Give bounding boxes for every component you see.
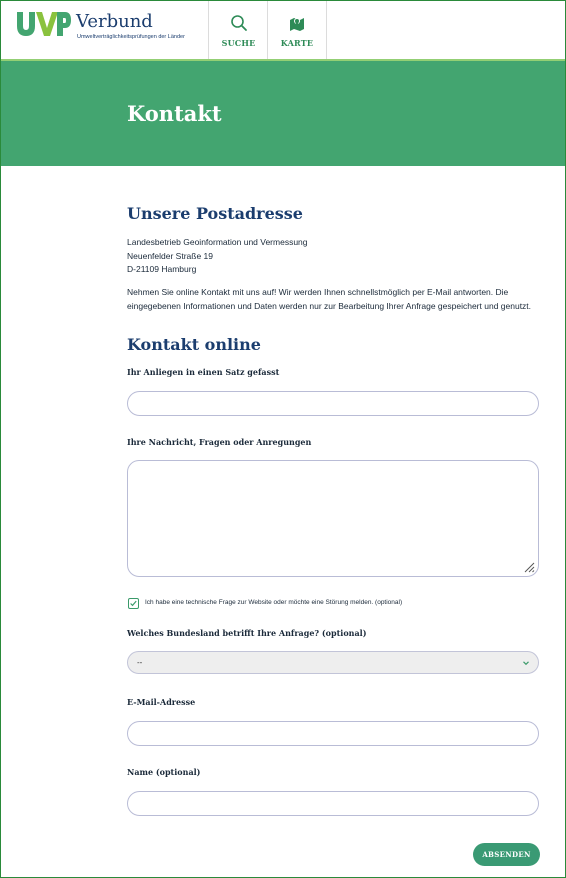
resize-grip-icon[interactable] [523, 561, 535, 573]
page-banner: Kontakt [1, 59, 565, 166]
checkmark-icon [130, 600, 137, 607]
site-header: Verbund Umweltverträglichkeitsprüfungen … [1, 1, 565, 59]
address-line: Neuenfelder Straße 19 [127, 250, 213, 261]
address-heading: Unsere Postadresse [127, 204, 303, 223]
nav-search[interactable]: SUCHE [208, 1, 268, 59]
nav-search-label: SUCHE [221, 38, 256, 48]
uvp-verbund-logo[interactable]: Verbund Umweltverträglichkeitsprüfungen … [15, 9, 205, 53]
subject-label: Ihr Anliegen in einen Satz gefasst [127, 367, 280, 377]
map-icon [290, 18, 304, 31]
email-label: E-Mail-Adresse [127, 697, 196, 707]
intro-text: Nehmen Sie online Kontakt mit uns auf! W… [127, 287, 532, 311]
logo-title: Verbund [76, 11, 153, 32]
state-label: Welches Bundesland betrifft Ihre Anfrage… [127, 628, 367, 638]
name-input[interactable] [127, 791, 539, 816]
state-select[interactable]: -- [127, 651, 539, 674]
logo-subtitle: Umweltverträglichkeitsprüfungen der Länd… [77, 34, 185, 40]
uvp-logo-mark [17, 12, 71, 36]
message-textarea[interactable] [127, 460, 539, 577]
page-title: Kontakt [127, 101, 222, 126]
message-label: Ihre Nachricht, Fragen oder Anregungen [127, 437, 312, 447]
nav-map[interactable]: KARTE [267, 1, 327, 59]
technical-question-label: Ich habe eine technische Frage zur Websi… [145, 599, 403, 606]
address-line: Landesbetrieb Geoinformation und Vermess… [127, 237, 308, 247]
submit-button[interactable]: ABSENDEN [473, 843, 540, 866]
address-line: D-21109 Hamburg [127, 264, 197, 274]
name-label: Name (optional) [127, 767, 201, 777]
technical-question-checkbox[interactable] [128, 598, 139, 609]
nav-map-label: KARTE [280, 38, 314, 48]
subject-input[interactable] [127, 391, 539, 416]
page-frame: Verbund Umweltverträglichkeitsprüfungen … [0, 0, 566, 878]
search-icon [230, 15, 247, 31]
chevron-down-icon [523, 661, 529, 666]
postal-address: Landesbetrieb Geoinformation und Vermess… [127, 236, 308, 277]
email-input[interactable] [127, 721, 539, 746]
state-select-value: -- [137, 658, 143, 667]
contact-form-heading: Kontakt online [127, 335, 261, 354]
